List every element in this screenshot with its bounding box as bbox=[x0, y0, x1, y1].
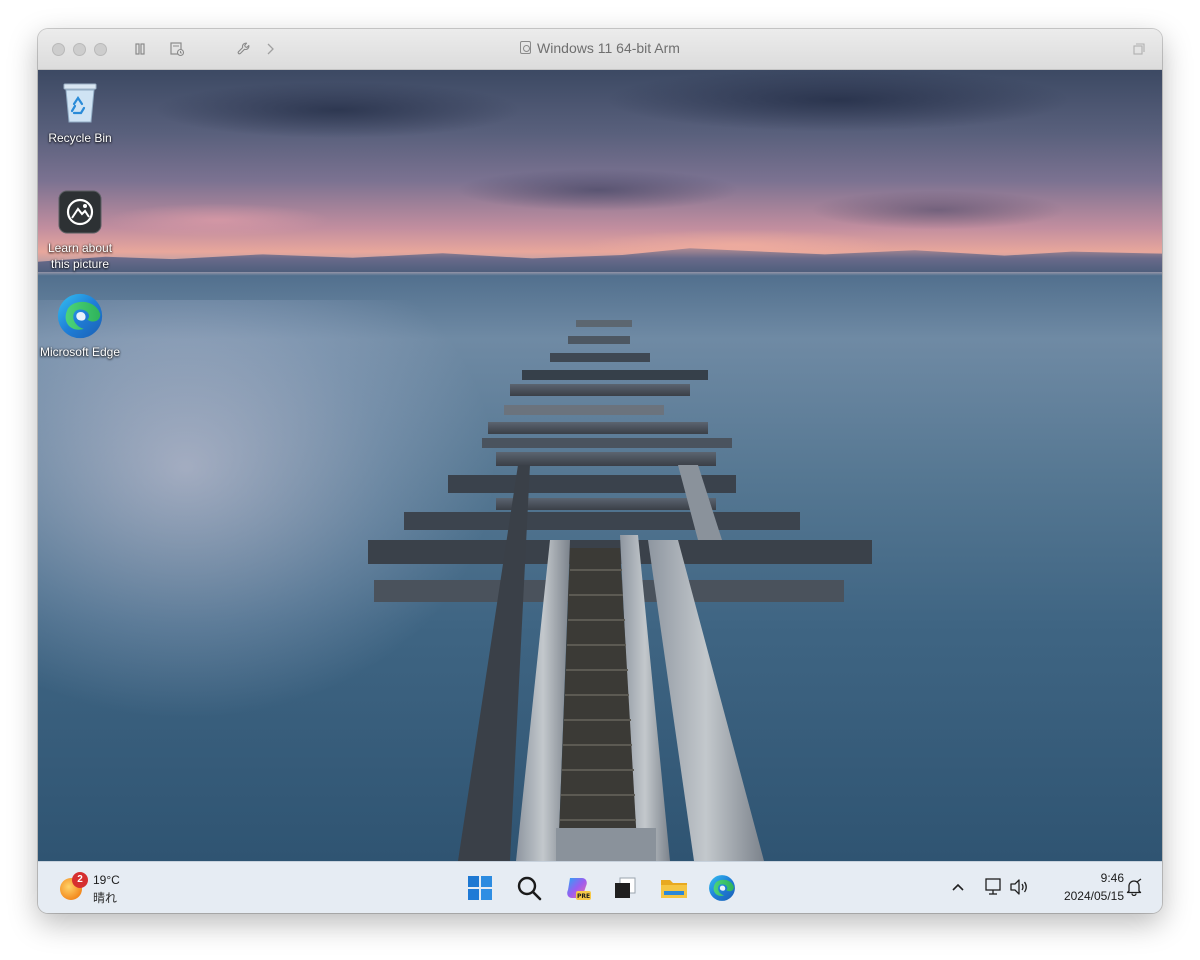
chevron-up-icon bbox=[952, 883, 964, 891]
title-bar[interactable]: Windows 11 64-bit Arm bbox=[38, 29, 1162, 70]
weather-temperature: 19°C bbox=[93, 873, 120, 887]
taskbar-clock[interactable]: 9:46 2024/05/15 bbox=[1038, 869, 1124, 905]
desktop-icon-microsoft-edge[interactable]: Microsoft Edge bbox=[38, 292, 123, 360]
folder-icon bbox=[661, 880, 687, 898]
window-title: Windows 11 64-bit Arm bbox=[537, 40, 680, 56]
weather-badge: 2 bbox=[72, 872, 88, 888]
volume-button[interactable] bbox=[1008, 876, 1030, 898]
notification-button[interactable] bbox=[1123, 876, 1145, 898]
fullscreen-icon[interactable] bbox=[1129, 39, 1149, 59]
desktop-icon-recycle-bin[interactable]: Recycle Bin bbox=[38, 78, 123, 146]
weather-widget[interactable]: 2 19°C 晴れ bbox=[58, 870, 148, 906]
show-hidden-icons-button[interactable] bbox=[948, 876, 968, 898]
search-button[interactable] bbox=[513, 872, 545, 904]
file-explorer-button[interactable] bbox=[658, 872, 690, 904]
volume-icon bbox=[1010, 879, 1027, 895]
windows-logo-icon bbox=[468, 876, 492, 900]
vm-window: Windows 11 64-bit Arm Recycle Bin Learn … bbox=[38, 29, 1162, 913]
edge-icon bbox=[56, 292, 104, 340]
taskbar: 2 19°C 晴れ PRE 9:46 2024/05/15 bbox=[38, 861, 1162, 913]
copilot-button[interactable]: PRE bbox=[562, 872, 594, 904]
edge-icon bbox=[709, 875, 735, 901]
copilot-icon: PRE bbox=[567, 878, 591, 900]
notification-icon bbox=[1126, 878, 1142, 896]
network-button[interactable] bbox=[982, 876, 1004, 898]
weather-condition: 晴れ bbox=[93, 891, 118, 905]
desktop-icon-label: Learn about this picture bbox=[47, 241, 113, 271]
search-icon bbox=[517, 876, 542, 901]
learn-about-picture-icon bbox=[56, 188, 104, 236]
copilot-pre-badge: PRE bbox=[577, 893, 590, 900]
desktop-icon-label: Recycle Bin bbox=[48, 131, 112, 145]
desktop[interactable]: Recycle Bin Learn about this picture Mic… bbox=[38, 70, 1162, 861]
window-title-wrap: Windows 11 64-bit Arm bbox=[38, 40, 1162, 56]
desktop-icon-label: Microsoft Edge bbox=[39, 345, 121, 359]
network-icon bbox=[985, 878, 1001, 895]
task-view-icon bbox=[615, 877, 636, 898]
clock-date: 2024/05/15 bbox=[1063, 889, 1124, 903]
task-view-button[interactable] bbox=[609, 872, 641, 904]
desktop-icon-learn-about-picture[interactable]: Learn about this picture bbox=[38, 188, 123, 272]
recycle-bin-icon bbox=[56, 78, 104, 126]
start-button[interactable] bbox=[464, 872, 496, 904]
vm-document-icon bbox=[520, 41, 532, 54]
clock-time: 9:46 bbox=[1100, 871, 1124, 885]
edge-taskbar-button[interactable] bbox=[706, 872, 738, 904]
wallpaper-pier bbox=[368, 320, 872, 861]
